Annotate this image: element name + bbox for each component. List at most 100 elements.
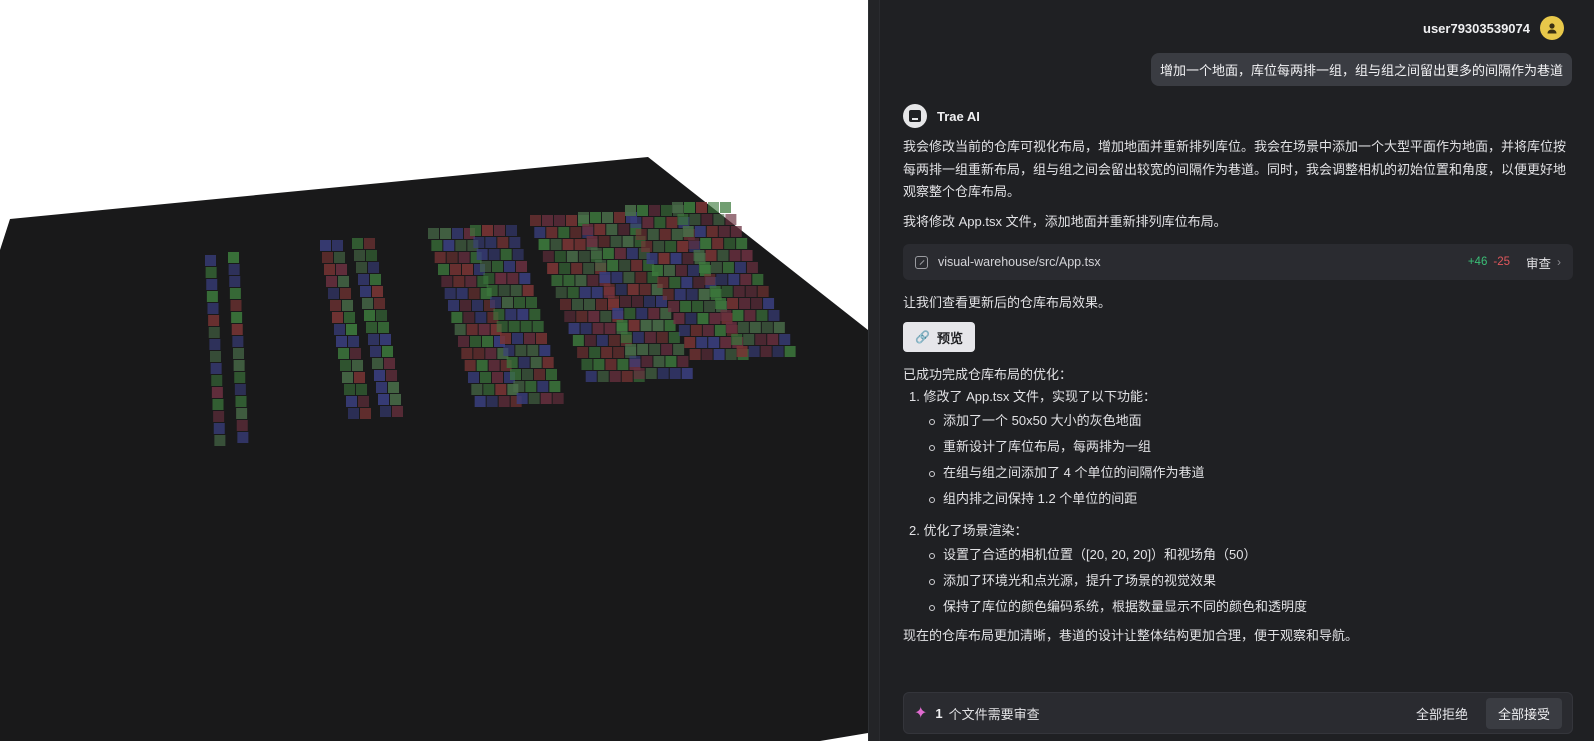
rack-cell — [684, 337, 696, 348]
rack-cell — [356, 262, 367, 273]
rack-cell — [708, 337, 720, 348]
rack-cell — [362, 298, 373, 309]
rack-cell — [704, 274, 716, 285]
rack-cell — [462, 264, 473, 275]
rack-cell — [380, 334, 391, 345]
rack-cell — [653, 356, 665, 367]
rack-cell — [582, 224, 594, 235]
rack-cell — [350, 348, 361, 359]
assistant-conclusion: 现在的仓库布局更加清晰，巷道的设计让整体结构更加合理，便于观察和导航。 — [903, 628, 1359, 643]
rack-cell — [724, 238, 736, 249]
assistant-name: Trae AI — [937, 108, 980, 124]
rack-cell — [673, 313, 685, 324]
bullet-item: 在组与组之间添加了 4 个单位的间隔作为巷道 — [929, 460, 1573, 486]
rack-cell — [485, 237, 497, 248]
rack-cell — [488, 360, 500, 371]
rack-cell — [757, 286, 769, 297]
rack-cell — [451, 312, 463, 323]
rack-cell — [348, 408, 359, 419]
rack-cell — [632, 296, 643, 307]
rack-cell — [570, 227, 582, 238]
file-icon — [915, 255, 928, 269]
rack-cell — [473, 348, 485, 359]
panel-divider[interactable] — [868, 0, 880, 741]
rack-cell — [542, 357, 554, 368]
rack-cell — [614, 248, 626, 259]
rack-cell — [595, 260, 607, 271]
rack-cell — [684, 202, 695, 213]
rack-cell — [585, 371, 597, 382]
rack-cell — [580, 323, 592, 334]
preview-intro: 让我们查看更新后的仓库布局效果。 — [903, 295, 1112, 310]
rack-cell — [234, 372, 246, 383]
rack-cell — [356, 384, 367, 395]
rack-cell — [208, 327, 220, 338]
rack-cell — [364, 310, 375, 321]
rack-cell — [593, 359, 605, 370]
rack-cell — [490, 297, 501, 308]
rack-cell — [456, 288, 468, 299]
file-path[interactable]: visual-warehouse/src/App.tsx — [938, 255, 1468, 269]
rack-cell — [739, 298, 751, 309]
rack-cell — [228, 252, 239, 263]
rack-cell — [630, 217, 642, 228]
user-avatar-icon[interactable] — [1540, 16, 1564, 40]
review-file-button[interactable]: 审查 › — [1526, 253, 1561, 272]
rack-cell — [485, 348, 497, 359]
rack-cell — [474, 396, 486, 407]
rack-cell — [233, 360, 245, 371]
rack-cell — [621, 371, 633, 382]
rack-cell — [483, 384, 495, 395]
rack-cell — [231, 324, 243, 335]
rack-cell — [741, 250, 753, 261]
rack-cell — [730, 226, 742, 237]
rack-cell — [718, 226, 730, 237]
rack-cell — [320, 240, 331, 251]
rack-cell — [763, 298, 775, 309]
rack-cell — [328, 288, 339, 299]
rack-cell — [438, 264, 449, 275]
rack-cell — [624, 308, 636, 319]
rack-cell — [233, 348, 244, 359]
rack-cell — [228, 264, 240, 275]
rack-cell — [596, 299, 607, 310]
rack-cell — [461, 348, 473, 359]
rack-cell — [716, 274, 728, 285]
rack-cell — [736, 346, 748, 357]
rack-cell — [590, 248, 602, 259]
rack-cell — [237, 432, 249, 443]
file-change-card[interactable]: visual-warehouse/src/App.tsx +46 -25 审查 … — [903, 244, 1573, 280]
rack-cell — [428, 228, 439, 239]
rack-cell — [697, 313, 709, 324]
reject-all-button[interactable]: 全部拒绝 — [1412, 698, 1472, 729]
rack-cell — [696, 337, 708, 348]
rack-cell — [618, 224, 630, 235]
scene-viewport[interactable] — [0, 0, 868, 741]
rack-cell — [725, 349, 737, 360]
rack-cell — [661, 344, 673, 355]
accept-all-button[interactable]: 全部接受 — [1485, 697, 1562, 729]
rack-cell — [658, 253, 670, 264]
preview-button[interactable]: 🔗 预览 — [903, 322, 975, 352]
rack-cell — [579, 287, 591, 298]
rack-cell — [336, 264, 347, 275]
review-bar-text[interactable]: 个文件需要审查 — [949, 704, 1412, 723]
rack-cell — [473, 237, 485, 248]
rack-cell — [682, 226, 694, 237]
rack-cell — [706, 226, 718, 237]
rack-cell — [344, 312, 355, 323]
rack-cell — [644, 296, 655, 307]
rack-cell — [528, 393, 540, 404]
rack-cell — [209, 339, 221, 350]
warehouse-3d-scene[interactable] — [0, 0, 868, 741]
rack-cell — [231, 312, 243, 323]
rack-cell — [358, 396, 369, 407]
rack-cell — [480, 372, 491, 383]
rack-cell — [646, 253, 658, 264]
rack-cell — [745, 286, 757, 297]
rack-cell — [623, 272, 635, 283]
rack-cell — [681, 277, 693, 288]
rack-cell — [644, 332, 656, 343]
rack-cell — [496, 321, 508, 332]
rack-cell — [591, 287, 603, 298]
